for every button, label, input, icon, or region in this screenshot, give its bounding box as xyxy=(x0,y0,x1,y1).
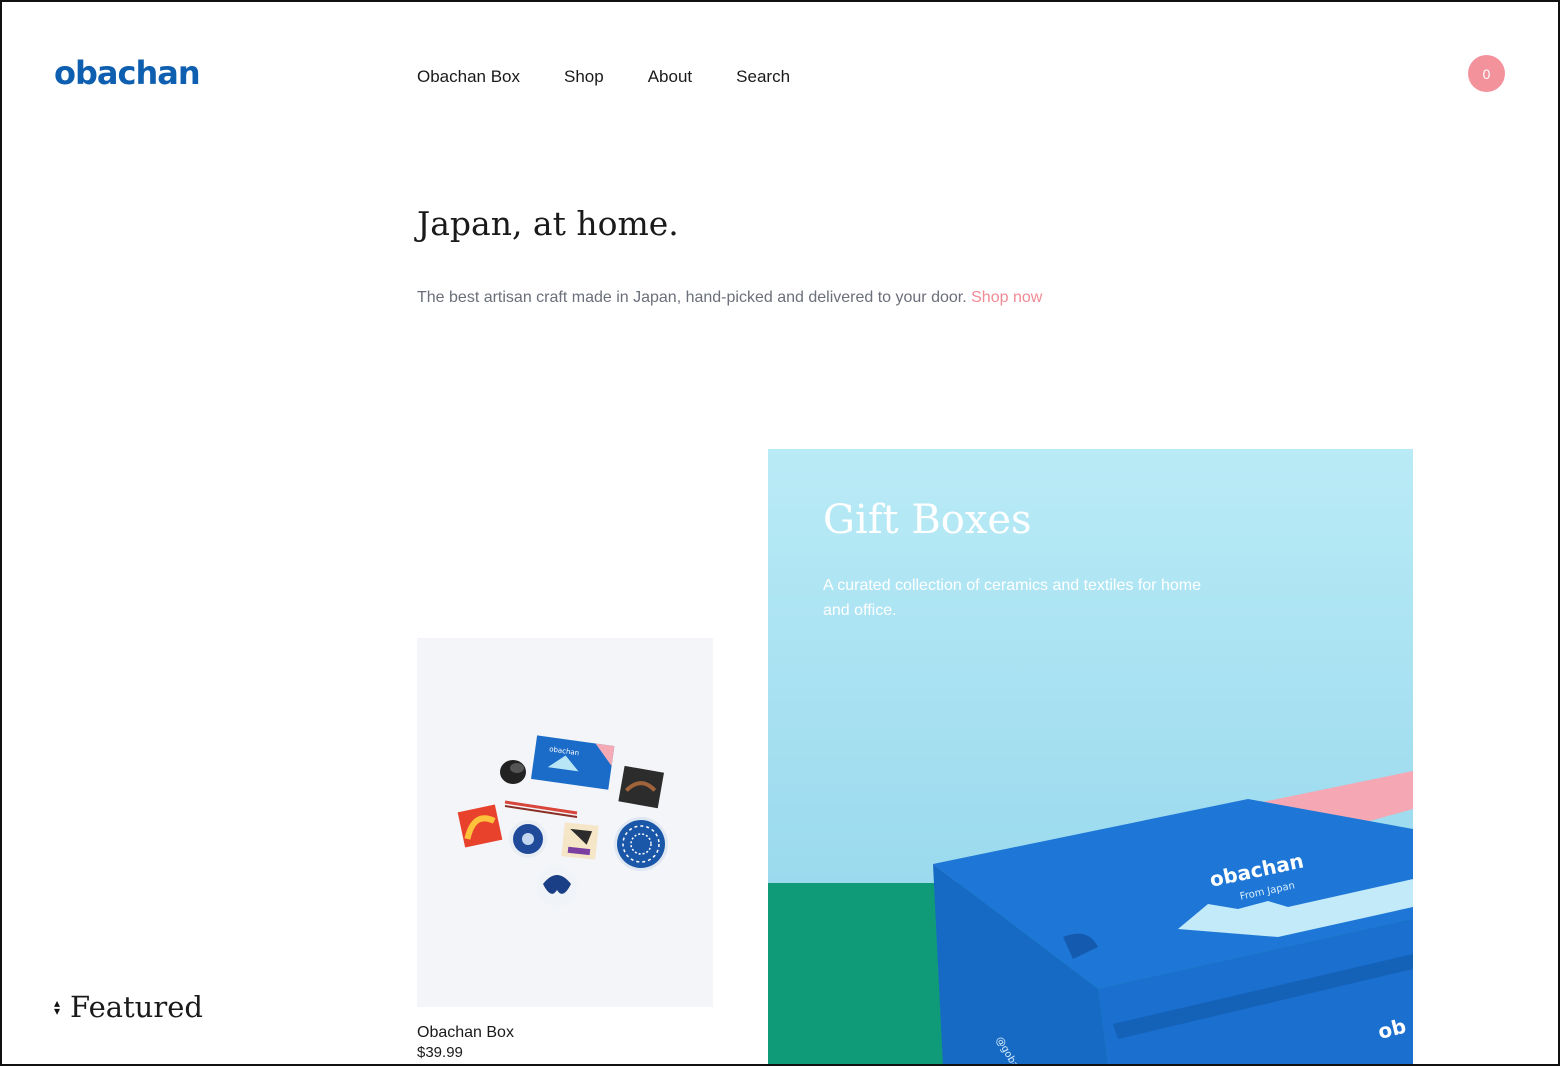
logo[interactable]: obachan xyxy=(54,54,201,92)
nav-about[interactable]: About xyxy=(648,67,692,87)
cart-button[interactable]: 0 xyxy=(1468,55,1505,92)
gift-boxes-banner[interactable]: obachan From Japan @gobachan ob Gift Box… xyxy=(768,449,1413,1066)
nav-shop[interactable]: Shop xyxy=(564,67,604,87)
product-flatlay-image[interactable]: obachan xyxy=(417,638,713,1007)
sort-label: Featured xyxy=(70,990,203,1024)
product-card-obachan-box[interactable]: obachan Obachan Box $39.99 xyxy=(417,638,713,1061)
hero-subtitle: The best artisan craft made in Japan, ha… xyxy=(417,289,1042,307)
nav-search[interactable]: Search xyxy=(736,67,790,87)
product-price: $39.99 xyxy=(417,1044,463,1061)
product-flatlay-illustration: obachan xyxy=(457,735,668,907)
main-nav: Obachan Box Shop About Search xyxy=(417,67,834,87)
cart-count: 0 xyxy=(1482,65,1491,82)
product-name[interactable]: Obachan Box xyxy=(417,1024,713,1042)
gift-boxes-title[interactable]: Gift Boxes xyxy=(823,497,1032,543)
shop-now-link[interactable]: Shop now xyxy=(971,289,1042,306)
hero-title: Japan, at home. xyxy=(417,204,679,243)
hero-subtitle-text: The best artisan craft made in Japan, ha… xyxy=(417,289,967,306)
sort-icon: ▴ ▾ xyxy=(54,996,61,1018)
nav-obachan-box[interactable]: Obachan Box xyxy=(417,67,520,87)
gift-boxes-description: A curated collection of ceramics and tex… xyxy=(823,577,1201,619)
sort-dropdown[interactable]: ▴ ▾ Featured xyxy=(54,990,203,1024)
